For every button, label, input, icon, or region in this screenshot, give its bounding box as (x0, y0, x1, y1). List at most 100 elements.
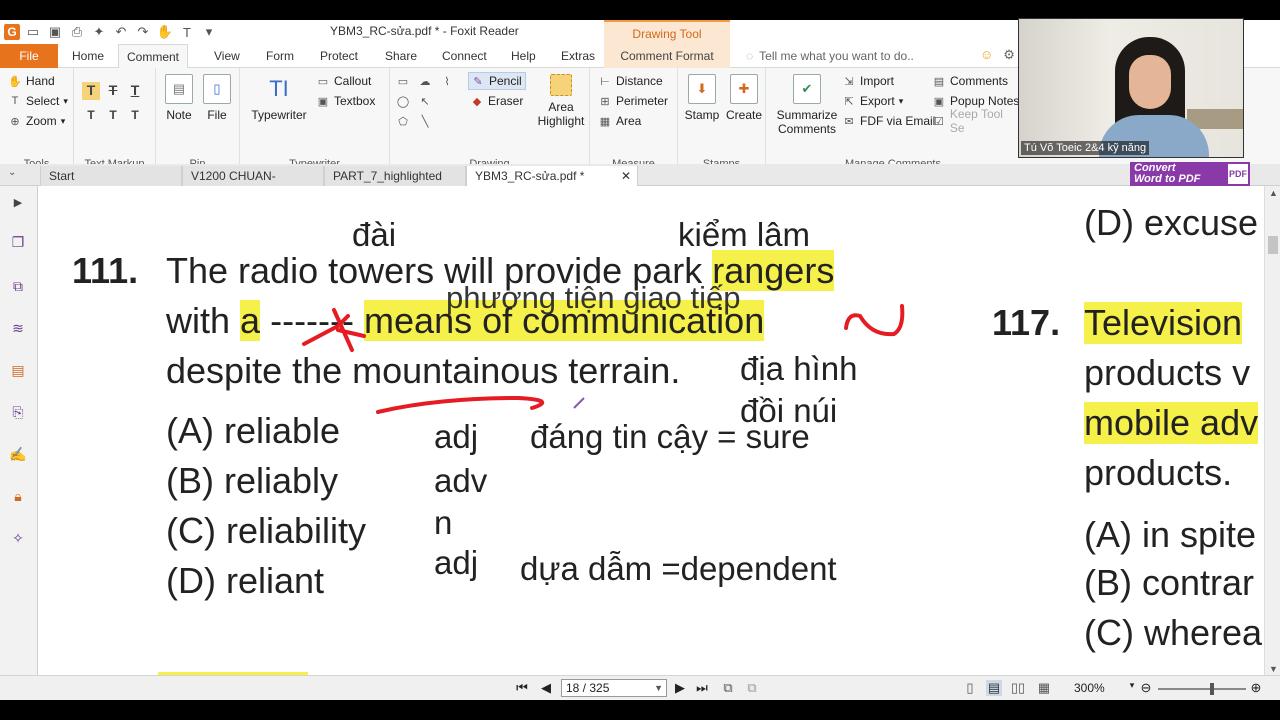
underline-icon[interactable]: T (126, 82, 144, 100)
tab-comment[interactable]: Comment (118, 44, 189, 69)
pages-icon[interactable]: ⧉ (8, 276, 28, 296)
doc-tab-v1200[interactable]: V1200 CHUAN-sửa.pd... (182, 166, 324, 203)
line-tool[interactable]: ╲ (418, 112, 432, 130)
pencil-button[interactable]: ✎ Pencil (468, 72, 526, 90)
drawing-tool-context-label: Drawing Tool (604, 20, 730, 44)
strikeout-icon[interactable]: T (104, 82, 122, 100)
distance-button[interactable]: ⊢ Distance (598, 72, 662, 90)
tab-extras[interactable]: Extras (553, 44, 603, 68)
typewriter-button[interactable]: TI Typewriter (248, 74, 310, 122)
zoom-tool-button[interactable]: ⊕ Zoom ▾ (8, 112, 65, 130)
oval-tool[interactable]: ◯ (396, 92, 410, 110)
keep-tool-selected-checkbox[interactable]: ☑ Keep Tool Se (932, 107, 1020, 135)
next-view-icon[interactable]: ⧉ (744, 680, 760, 696)
tab-form[interactable]: Form (258, 44, 302, 68)
first-page-icon[interactable]: ⏮ (514, 680, 530, 696)
tab-view[interactable]: View (206, 44, 248, 68)
page-number-field[interactable]: 18 / 325 ▼ (561, 679, 667, 697)
security-lock-icon[interactable]: 🔒︎ (8, 486, 28, 506)
comments-menu-button[interactable]: ▤ Comments (932, 72, 1008, 90)
area-measure-button[interactable]: ▦ Area (598, 112, 642, 130)
continuous-page-icon[interactable]: ▤ (986, 680, 1002, 696)
rectangle-tool[interactable]: ▭ (396, 72, 410, 90)
print-icon[interactable]: ⎙ (68, 23, 86, 41)
squiggly-icon[interactable]: T (82, 108, 100, 126)
layers-icon[interactable]: ≋ (8, 318, 28, 338)
summarize-comments-button[interactable]: ✔ Summarize Comments (772, 74, 842, 136)
arrow-tool[interactable]: ↖ (418, 92, 432, 110)
file-attach-button[interactable]: ▯ File (200, 74, 234, 122)
redo-icon[interactable]: ↷ (134, 23, 152, 41)
vertical-scrollbar[interactable]: ▲ ▼ (1264, 186, 1280, 676)
typewriter-icon[interactable]: T (178, 23, 196, 41)
red-check-mark[interactable] (844, 304, 905, 337)
hand-tool-icon[interactable]: ✋ (156, 23, 174, 41)
tab-share[interactable]: Share (377, 44, 425, 68)
fdf-email-button[interactable]: ✉ FDF via Email (842, 112, 935, 130)
vertical-scroll-thumb[interactable] (1268, 236, 1278, 254)
zoom-level[interactable]: 300% (1074, 681, 1105, 695)
select-tool-button[interactable]: T Select ▾ (8, 92, 68, 110)
textbox-button[interactable]: ▣ Textbox (316, 92, 376, 110)
tab-help[interactable]: Help (503, 44, 544, 68)
zoom-slider-knob[interactable] (1210, 683, 1214, 695)
doc-tab-start[interactable]: Start (40, 166, 182, 186)
collapse-panel-icon[interactable]: ▶ (8, 192, 28, 212)
single-page-icon[interactable]: ▯ (962, 680, 978, 696)
previous-view-icon[interactable]: ⧉ (720, 680, 736, 696)
polygon-tool[interactable]: ⬠ (396, 112, 410, 130)
scroll-down-icon[interactable]: ▼ (1269, 664, 1278, 674)
cloud-tool[interactable]: ☁ (418, 72, 432, 90)
open-icon[interactable]: ▭ (24, 23, 42, 41)
attachments-icon[interactable]: ⎘ (8, 402, 28, 422)
area-highlight-button[interactable]: Area Highlight (536, 74, 586, 128)
tab-comment-format[interactable]: Comment Format (604, 44, 730, 68)
bookmarks-icon[interactable]: ❐ (8, 232, 28, 252)
eraser-button[interactable]: ◆ Eraser (470, 92, 524, 110)
undo-icon[interactable]: ↶ (112, 23, 130, 41)
comments-panel-icon[interactable]: ▤ (8, 360, 28, 380)
convert-word-to-pdf-banner[interactable]: Convert Word to PDF PDF (1130, 162, 1250, 186)
last-page-icon[interactable]: ⏭ (694, 680, 710, 696)
import-button[interactable]: ⇲ Import (842, 72, 894, 90)
doc-tab-ybm3[interactable]: YBM3_RC-sửa.pdf * ✕ (466, 166, 638, 186)
digital-id-icon[interactable]: ✧ (8, 528, 28, 548)
note-button[interactable]: ▤ Note (162, 74, 196, 122)
zoom-slider[interactable] (1158, 683, 1246, 695)
red-underline-mountainous[interactable] (376, 395, 545, 414)
tell-me-search[interactable]: ◌ Tell me what you want to do.. (746, 44, 914, 68)
doc-tab-part7[interactable]: PART_7_highlighted fi... (324, 166, 466, 203)
red-a-mark[interactable] (302, 308, 366, 352)
tabs-menu-icon[interactable]: ⌄ (8, 167, 16, 178)
settings-icon[interactable]: ⚙ (1003, 47, 1015, 63)
signatures-icon[interactable]: ✍ (8, 444, 28, 464)
insert-text-icon[interactable]: T (126, 108, 144, 126)
highlight-text-icon[interactable]: T (82, 82, 100, 100)
previous-page-icon[interactable]: ◀ (538, 680, 554, 696)
next-page-icon[interactable]: ▶ (672, 680, 688, 696)
tab-file[interactable]: File (0, 44, 58, 68)
close-tab-icon[interactable]: ✕ (621, 166, 631, 186)
new-icon[interactable]: ✦ (90, 23, 108, 41)
save-icon[interactable]: ▣ (46, 23, 64, 41)
polygon-line-tool[interactable]: ⌇ (440, 72, 454, 90)
replace-text-icon[interactable]: T (104, 108, 122, 126)
callout-button[interactable]: ▭ Callout (316, 72, 372, 90)
export-button[interactable]: ⇱ Export ▾ (842, 92, 903, 110)
customize-icon[interactable]: ▾ (200, 23, 218, 41)
smiley-icon[interactable]: ☺ (980, 47, 993, 63)
scroll-up-icon[interactable]: ▲ (1269, 188, 1278, 198)
create-stamp-button[interactable]: ✚ Create (724, 74, 764, 122)
tab-home[interactable]: Home (64, 44, 112, 68)
hand-tool-button[interactable]: ✋ Hand (8, 72, 55, 90)
pdf-page-view[interactable]: (D) excuse 111. The radio towers will pr… (38, 186, 1264, 676)
tab-connect[interactable]: Connect (434, 44, 495, 68)
continuous-facing-icon[interactable]: ▦ (1036, 680, 1052, 696)
stamp-button[interactable]: ⬇ Stamp (682, 74, 722, 122)
tab-protect[interactable]: Protect (312, 44, 366, 68)
foxit-logo-icon[interactable]: G (4, 24, 20, 40)
facing-page-icon[interactable]: ▯▯ (1010, 680, 1026, 696)
perimeter-button[interactable]: ⊞ Perimeter (598, 92, 668, 110)
zoom-out-icon[interactable]: ⊖ (1138, 680, 1154, 696)
zoom-in-icon[interactable]: ⊕ (1248, 680, 1264, 696)
